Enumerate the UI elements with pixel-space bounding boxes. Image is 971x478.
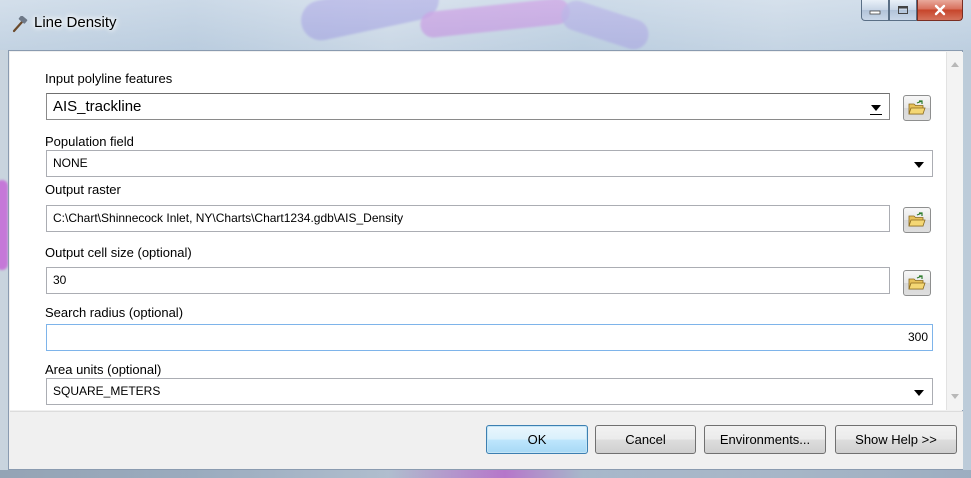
dialog-button-bar: OK Cancel Environments... Show Help >> bbox=[10, 411, 963, 469]
population-field-label: Population field bbox=[45, 134, 134, 149]
close-button[interactable] bbox=[917, 0, 963, 21]
input-polyline-combobox[interactable]: AIS_trackline bbox=[46, 93, 890, 120]
browse-cell-size-button[interactable] bbox=[903, 270, 931, 296]
window-title: Line Density bbox=[34, 14, 117, 31]
cancel-button-label: Cancel bbox=[625, 432, 666, 447]
search-radius-label: Search radius (optional) bbox=[45, 305, 184, 320]
area-units-dropdown[interactable]: SQUARE_METERS bbox=[46, 378, 933, 405]
cell-size-value: 30 bbox=[53, 273, 67, 287]
maximize-button[interactable] bbox=[889, 0, 917, 21]
line-density-window: Line Density Input polyline features AIS… bbox=[0, 0, 971, 478]
open-folder-icon bbox=[908, 275, 926, 290]
input-polyline-label: Input polyline features bbox=[45, 71, 173, 86]
title-bar[interactable]: Line Density bbox=[0, 0, 971, 50]
cancel-button[interactable]: Cancel bbox=[595, 425, 696, 454]
hammer-icon bbox=[10, 15, 28, 34]
area-units-value: SQUARE_METERS bbox=[53, 384, 161, 398]
caption-buttons bbox=[861, 0, 963, 22]
browse-input-button[interactable] bbox=[903, 95, 931, 121]
ok-button-label: OK bbox=[527, 432, 547, 447]
area-units-label: Area units (optional) bbox=[45, 362, 162, 377]
open-folder-icon bbox=[908, 212, 926, 227]
browse-output-raster-button[interactable] bbox=[903, 207, 931, 233]
show-help-button[interactable]: Show Help >> bbox=[835, 425, 957, 454]
dialog-client-area: Input polyline features AIS_trackline Po… bbox=[8, 50, 963, 470]
minimize-button[interactable] bbox=[861, 0, 889, 21]
cell-size-input[interactable]: 30 bbox=[46, 267, 890, 294]
search-radius-value: 300 bbox=[907, 330, 928, 344]
window-bottom-edge bbox=[0, 470, 971, 478]
environments-button[interactable]: Environments... bbox=[704, 425, 826, 454]
ok-button[interactable]: OK bbox=[486, 425, 588, 454]
parameter-form: Input polyline features AIS_trackline Po… bbox=[10, 52, 946, 410]
population-field-value: NONE bbox=[53, 156, 88, 170]
output-raster-value: C:\Chart\Shinnecock Inlet, NY\Charts\Cha… bbox=[53, 211, 404, 225]
environments-button-label: Environments... bbox=[719, 432, 811, 447]
chevron-down-icon[interactable] bbox=[914, 390, 924, 396]
search-radius-input[interactable]: 300 bbox=[46, 324, 933, 351]
minimize-icon bbox=[869, 10, 881, 15]
scroll-down-icon[interactable] bbox=[951, 394, 959, 399]
open-folder-icon bbox=[908, 100, 926, 115]
show-help-button-label: Show Help >> bbox=[855, 432, 937, 447]
output-raster-label: Output raster bbox=[45, 182, 121, 197]
close-icon bbox=[934, 4, 946, 16]
maximize-icon bbox=[898, 6, 908, 14]
input-polyline-value: AIS_trackline bbox=[53, 98, 142, 115]
output-raster-input[interactable]: C:\Chart\Shinnecock Inlet, NY\Charts\Cha… bbox=[46, 205, 890, 232]
chevron-down-icon[interactable] bbox=[914, 162, 924, 168]
chevron-down-icon[interactable] bbox=[870, 105, 882, 115]
cell-size-label: Output cell size (optional) bbox=[45, 245, 192, 260]
scroll-up-icon[interactable] bbox=[951, 62, 959, 67]
population-field-dropdown[interactable]: NONE bbox=[46, 150, 933, 177]
vertical-scrollbar[interactable] bbox=[946, 52, 963, 410]
